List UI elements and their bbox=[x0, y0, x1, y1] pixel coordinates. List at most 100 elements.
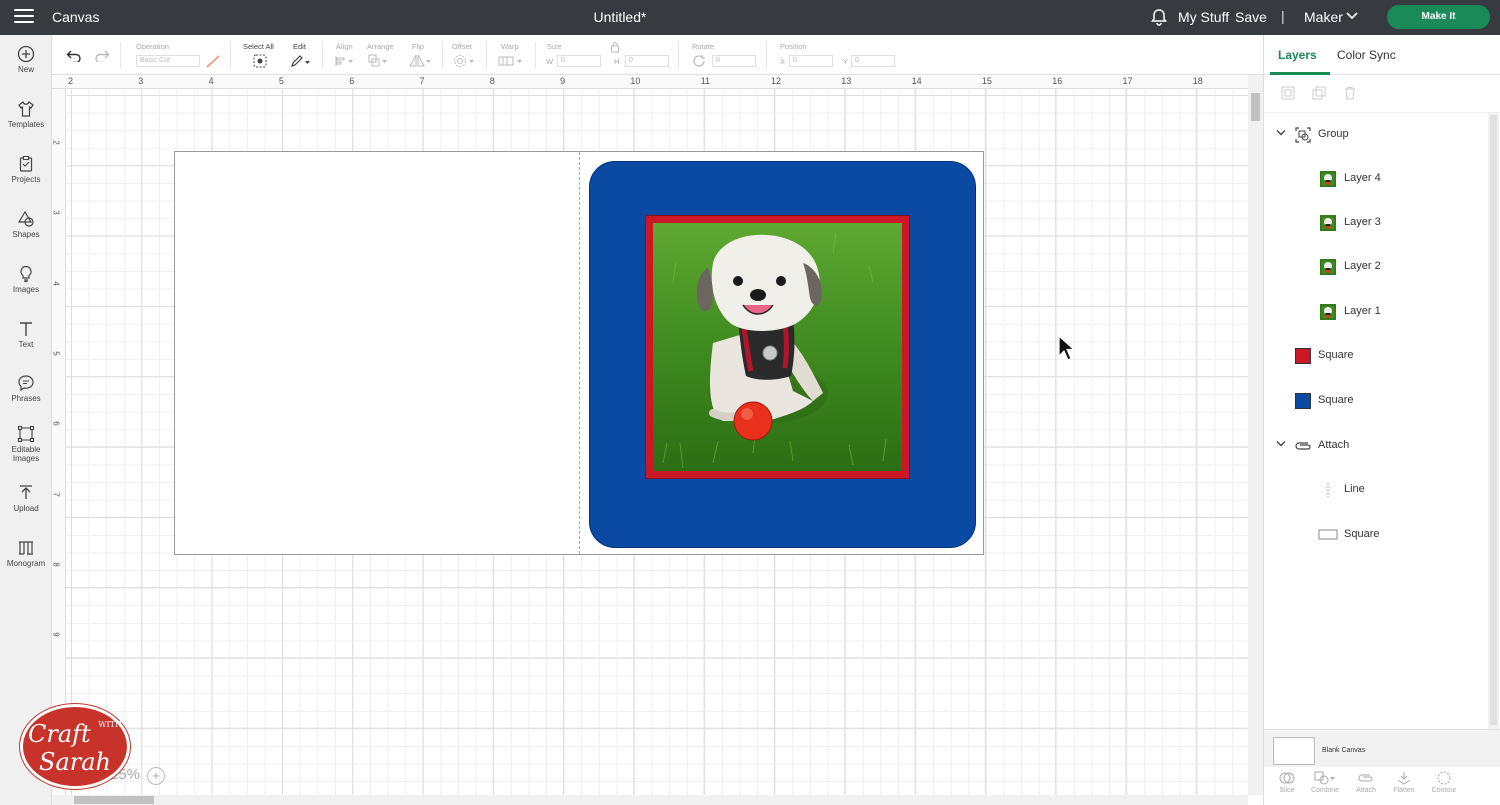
height-input[interactable]: 0 bbox=[625, 55, 669, 67]
blank-canvas-label: Blank Canvas bbox=[1322, 747, 1366, 754]
offset-icon[interactable] bbox=[453, 54, 477, 68]
warp-icon[interactable] bbox=[498, 54, 524, 68]
zoom-in-icon[interactable]: + bbox=[147, 767, 165, 785]
save-button[interactable]: Save bbox=[1235, 9, 1267, 25]
undo-icon[interactable] bbox=[66, 50, 82, 62]
chevron-down-icon[interactable] bbox=[1346, 11, 1358, 21]
layer-row-photo[interactable]: Layer 2 bbox=[1264, 247, 1500, 287]
chevron-down-icon[interactable] bbox=[1276, 440, 1286, 448]
layer-row-line[interactable]: Line bbox=[1264, 470, 1500, 510]
width-input[interactable]: 0 bbox=[557, 55, 601, 67]
blue-rounded-square[interactable] bbox=[589, 161, 976, 548]
align-icon[interactable] bbox=[334, 55, 356, 67]
sidebar-item-templates[interactable]: Templates bbox=[0, 100, 52, 129]
layer-row-shape[interactable]: Square bbox=[1264, 381, 1500, 421]
sidebar-item-phrases[interactable]: Phrases bbox=[0, 374, 52, 403]
ungroup-icon[interactable] bbox=[1281, 86, 1295, 100]
layer-row-group[interactable]: Group bbox=[1264, 115, 1500, 155]
machine-selector[interactable]: Maker bbox=[1304, 9, 1343, 25]
layer-tools: Slice Combine Attach Flatten Contour bbox=[1264, 767, 1500, 805]
ruler-tick-label: 7 bbox=[51, 491, 61, 497]
layer-row-attach[interactable]: Attach bbox=[1264, 426, 1500, 466]
position-label: Position bbox=[780, 42, 807, 51]
rotate-icon[interactable] bbox=[692, 54, 706, 68]
dog-photo[interactable] bbox=[653, 223, 902, 471]
layer-row-photo[interactable]: Layer 3 bbox=[1264, 203, 1500, 243]
size-label: Size bbox=[547, 42, 562, 51]
canvas-horizontal-scrollbar[interactable] bbox=[52, 795, 1248, 805]
layer-row-photo[interactable]: Layer 1 bbox=[1264, 292, 1500, 332]
design-canvas[interactable] bbox=[66, 89, 1248, 795]
canvas-vertical-scrollbar[interactable] bbox=[1248, 75, 1263, 795]
ruler-tick-label: 12 bbox=[771, 76, 782, 86]
operation-select[interactable]: Basic Cut bbox=[136, 55, 200, 67]
sidebar-label: Monogram bbox=[6, 559, 46, 568]
layer-label: Layer 4 bbox=[1344, 172, 1381, 184]
sidebar-item-projects[interactable]: Projects bbox=[0, 155, 52, 184]
photo-thumbnail-icon bbox=[1320, 171, 1336, 187]
offset-label: Offset bbox=[452, 42, 472, 51]
sidebar-item-images[interactable]: Images bbox=[0, 265, 52, 294]
combine-button[interactable]: Combine bbox=[1308, 771, 1342, 794]
mouse-cursor-icon bbox=[1058, 335, 1076, 361]
ruler-tick-label: 6 bbox=[51, 421, 61, 426]
slice-button[interactable]: Slice bbox=[1270, 771, 1304, 794]
trash-icon[interactable] bbox=[1343, 86, 1357, 100]
x-position-input[interactable]: 0 bbox=[789, 55, 833, 67]
lightbulb-icon bbox=[20, 265, 32, 283]
card-base-square[interactable] bbox=[174, 151, 984, 555]
my-stuff-link[interactable]: My Stuff bbox=[1178, 9, 1229, 25]
select-all-label: Select All bbox=[243, 42, 274, 51]
height-label: H bbox=[614, 57, 620, 66]
flatten-button[interactable]: Flatten bbox=[1387, 771, 1421, 794]
sidebar-item-upload[interactable]: Upload bbox=[0, 484, 52, 513]
shirt-icon bbox=[18, 101, 34, 117]
sidebar-item-new[interactable]: New bbox=[0, 45, 52, 74]
text-icon bbox=[20, 322, 32, 336]
y-label: Y bbox=[843, 57, 849, 66]
sidebar-item-shapes[interactable]: Shapes bbox=[0, 210, 52, 239]
color-swatch[interactable] bbox=[1295, 393, 1311, 409]
bell-icon[interactable] bbox=[1150, 8, 1168, 26]
top-bar: Canvas Untitled* My Stuff Save | Maker M… bbox=[0, 0, 1500, 35]
pencil-edit-icon[interactable] bbox=[290, 54, 312, 68]
monogram-icon bbox=[19, 541, 33, 555]
tab-layers[interactable]: Layers bbox=[1278, 48, 1317, 62]
sidebar-label: Phrases bbox=[11, 394, 41, 403]
layer-label: Layer 2 bbox=[1344, 260, 1381, 272]
rotate-input[interactable]: 0 bbox=[712, 55, 756, 67]
arrange-icon[interactable] bbox=[368, 54, 390, 68]
sidebar-item-text[interactable]: Text bbox=[0, 320, 52, 349]
ruler-tick-label: 9 bbox=[51, 632, 61, 637]
layers-scrollbar[interactable] bbox=[1488, 113, 1499, 733]
duplicate-icon[interactable] bbox=[1312, 86, 1326, 100]
make-it-button[interactable]: Make It bbox=[1387, 5, 1490, 29]
color-swatch[interactable] bbox=[1295, 348, 1311, 364]
flip-icon[interactable] bbox=[408, 54, 432, 68]
layer-row-outline[interactable]: Square bbox=[1264, 515, 1500, 555]
clipboard-icon bbox=[19, 155, 33, 172]
redo-icon[interactable] bbox=[94, 50, 110, 62]
layers-panel: Layers Color Sync Group Layer 4 Layer 3 Lay… bbox=[1263, 35, 1500, 805]
plus-circle-icon bbox=[17, 45, 35, 63]
pen-color-icon[interactable] bbox=[206, 55, 220, 68]
ruler-tick-label: 10 bbox=[630, 76, 641, 86]
select-all-icon[interactable] bbox=[253, 54, 267, 68]
y-position-input[interactable]: 0 bbox=[851, 55, 895, 67]
contour-button[interactable]: Contour bbox=[1427, 771, 1461, 794]
sidebar-item-monogram[interactable]: Monogram bbox=[0, 539, 52, 568]
ruler-tick-label: 4 bbox=[208, 76, 214, 86]
width-label: W bbox=[546, 57, 554, 66]
layer-row-shape[interactable]: Square bbox=[1264, 336, 1500, 376]
blank-canvas-row[interactable]: Blank Canvas bbox=[1264, 729, 1500, 767]
sidebar-item-editable-images[interactable]: Editable Images bbox=[0, 425, 52, 463]
lock-icon[interactable] bbox=[610, 41, 620, 53]
ruler-tick-label: 3 bbox=[138, 76, 144, 86]
red-square[interactable] bbox=[645, 215, 910, 479]
layer-row-photo[interactable]: Layer 4 bbox=[1264, 159, 1500, 199]
document-title[interactable]: Untitled* bbox=[0, 9, 1240, 25]
chevron-down-icon[interactable] bbox=[1276, 129, 1286, 137]
score-line[interactable] bbox=[579, 152, 580, 554]
attach-button[interactable]: Attach bbox=[1349, 771, 1383, 794]
tab-color-sync[interactable]: Color Sync bbox=[1337, 48, 1396, 62]
